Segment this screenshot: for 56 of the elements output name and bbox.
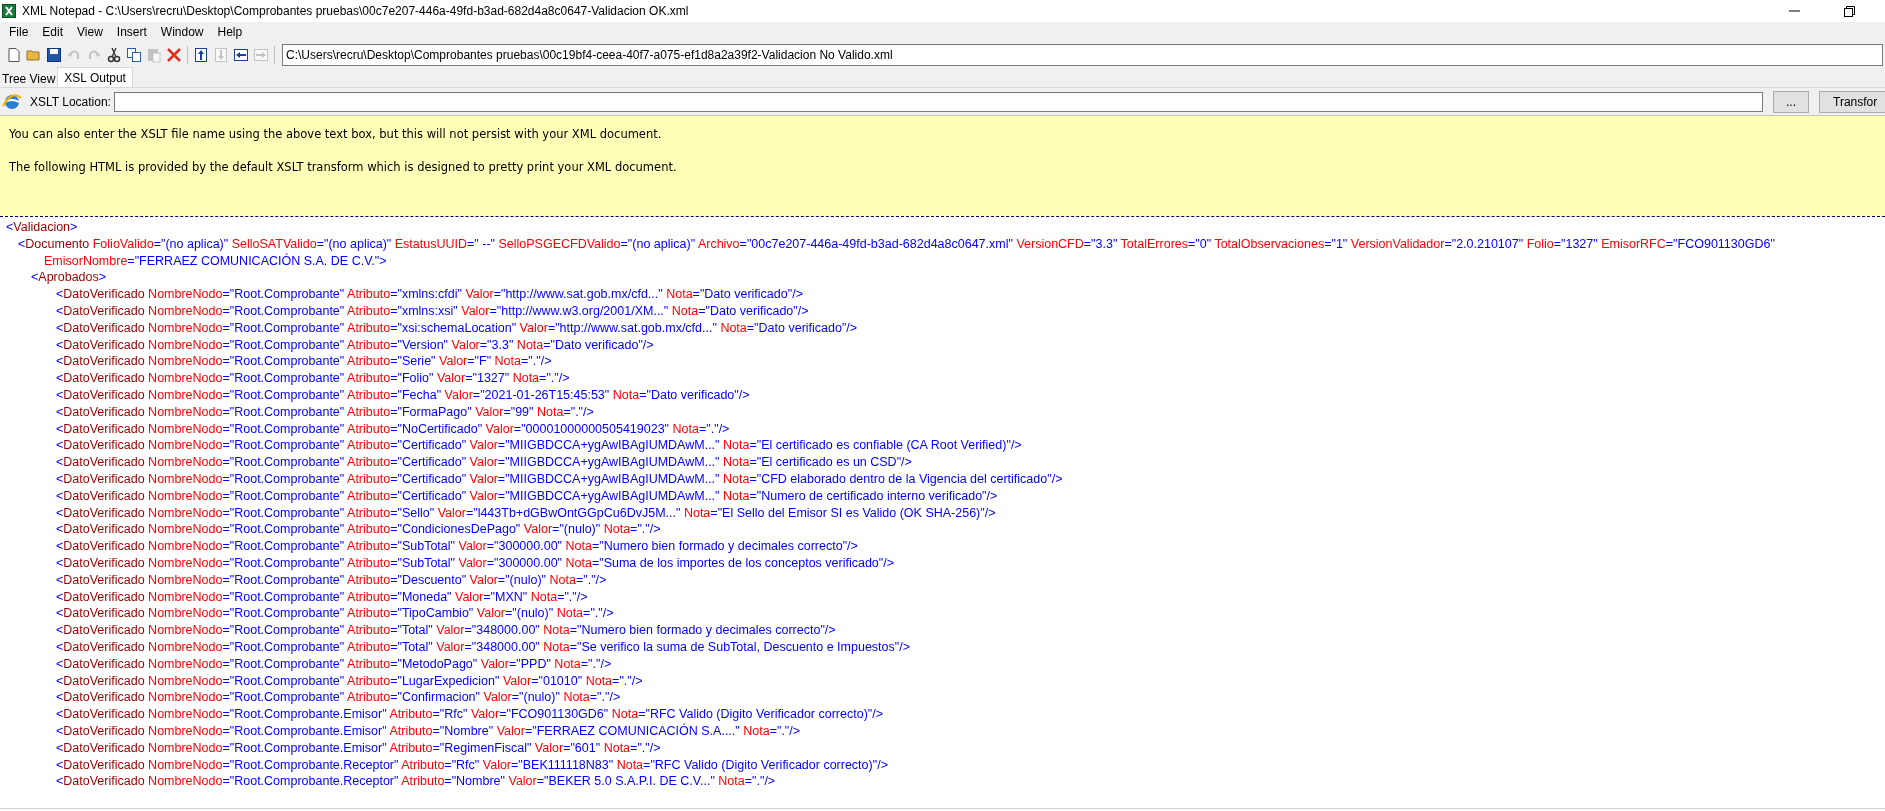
xml-line: <DatoVerificado NombreNodo="Root.Comprobante" Atributo="xsi:schemaLocation" Valor="http://www.sat.gob.mx/cfd..." Nota="Dato verificado"/> xyxy=(55,319,859,337)
xml-line: <Documento FolioValido="(no aplica)" SelloSATValido="(no aplica)" EstatusUUID=" --" SelloPSGECFDValido="(no aplica)" Archivo="00c7e207-446a-49fd-b3ad-682d4a8c0647.xml" VersionCFD="3.3" TotalErrores="0" TotalObservaciones="1" VersionValidador="2.0.210107" Folio="1327" EmisorRFC="FCO901130GD6" EmisorNombre="FERRAEZ COMUNICACIÓN S.A. DE C.V."> xyxy=(17,235,1776,270)
xml-line: <DatoVerificado NombreNodo="Root.Comprobante.Receptor" Atributo="Rfc" Valor="BEK111118N83" Nota="RFC Valido (Digito Verificador correcto)"/> xyxy=(55,756,889,774)
xml-line: <DatoVerificado NombreNodo="Root.Comprobante" Atributo="Fecha" Valor="2021-01-26T15:45:53" Nota="Dato verificado"/> xyxy=(55,386,751,404)
xml-line: <DatoVerificado NombreNodo="Root.Comprobante" Atributo="xmlns:cfdi" Valor="http://www.sat.gob.mx/cfd..." Nota="Dato verificado"/> xyxy=(55,286,804,303)
xslt-location-label: XSLT Location: xyxy=(30,93,111,111)
info-paragraph: The following HTML is provided by the default XSLT transform which is designed to pretty print your XML document. xyxy=(9,159,678,177)
menu-item[interactable]: Window xyxy=(153,23,211,41)
delete-icon[interactable] xyxy=(166,47,182,63)
menu-item[interactable]: File xyxy=(2,23,36,41)
transform-button[interactable]: Transfor xyxy=(1819,90,1885,113)
nudge-left-icon[interactable] xyxy=(233,47,249,63)
xml-line: <Validacion> xyxy=(5,219,79,236)
xml-line: <DatoVerificado NombreNodo="Root.Comprobante" Atributo="NoCertificado" Valor="00001000000505419023" Nota="."/> xyxy=(55,420,731,438)
copy-icon[interactable] xyxy=(126,47,142,63)
xml-line: <DatoVerificado NombreNodo="Root.Comprobante" Atributo="Descuento" Valor="(nulo)" Nota="."/> xyxy=(55,571,608,589)
xml-line: <DatoVerificado NombreNodo="Root.Comprobante" Atributo="SubTotal" Valor="300000.00" Nota="Suma de los importes de los conceptos verificado"/> xyxy=(55,554,896,572)
xml-line: <DatoVerificado NombreNodo="Root.Comprobante" Atributo="TipoCambio" Valor="(nulo)" Nota="."/> xyxy=(55,605,615,623)
tab[interactable]: XSL Output xyxy=(57,67,133,87)
new-file-icon[interactable] xyxy=(6,47,22,63)
xml-line: <DatoVerificado NombreNodo="Root.Comprobante" Atributo="Certificado" Valor="MIIGBDCCA+ygAwIBAgIUMDAwM..." Nota="Numero de certificado interno verificado"/> xyxy=(55,487,999,505)
restore-icon[interactable] xyxy=(1844,5,1855,17)
xml-line: <DatoVerificado NombreNodo="Root.Comprobante" Atributo="MetodoPago" Valor="PPD" Nota="."/> xyxy=(55,655,613,673)
menu-item[interactable]: View xyxy=(70,23,110,41)
xml-line: <DatoVerificado NombreNodo="Root.Comprobante.Receptor" Atributo="Nombre" Valor="BEKER 5.0 S.A.P.I. DE C.V..." Nota="."/> xyxy=(55,773,777,791)
menu-item[interactable]: Edit xyxy=(35,23,71,41)
xml-line: <DatoVerificado NombreNodo="Root.Comprobante" Atributo="Moneda" Valor="MXN" Nota="."/> xyxy=(55,588,589,606)
xml-line: <DatoVerificado NombreNodo="Root.Comprobante" Atributo="LugarExpedicion" Valor="01010" Nota="."/> xyxy=(55,672,644,690)
scissors-icon[interactable] xyxy=(106,47,122,63)
xml-line: <DatoVerificado NombreNodo="Root.Comprobante" Atributo="Certificado" Valor="MIIGBDCCA+ygAwIBAgIUMDAwM..." Nota="El certificado es confiable (CA Root Verified)"/> xyxy=(55,437,1023,455)
menu-item[interactable]: Insert xyxy=(109,23,154,41)
xml-line: <DatoVerificado NombreNodo="Root.Comprobante" Atributo="Sello" Valor="l443Tb+dGBwOntGGpCu6DvJ5M..." Nota="El Sello del Emisor SI es Valido (OK SHA-256)"/> xyxy=(55,504,997,522)
xml-line: <DatoVerificado NombreNodo="Root.Comprobante" Atributo="Serie" Valor="F" Nota="."/> xyxy=(55,353,553,371)
xml-line: <DatoVerificado NombreNodo="Root.Comprobante" Atributo="Total" Valor="348000.00" Nota="Se verifico la suma de SubTotal, Descuento e Impuestos"/> xyxy=(55,638,911,656)
xml-line: <DatoVerificado NombreNodo="Root.Comprobante" Atributo="xmlns:xsi" Valor="http://www.w3.org/2001/XM..." Nota="Dato verificado"/> xyxy=(55,303,810,320)
info-paragraph: You can also enter the XSLT file name using the above text box, but this will not persist with your XML document. xyxy=(9,126,663,143)
window-title: XML Notepad - C:\Users\recru\Desktop\Comprobantes pruebas\00c7e207-446a-49fd-b3ad-682d4a8c0647-Validacion OK.xml xyxy=(22,3,689,20)
xml-line: <DatoVerificado NombreNodo="Root.Comprobante" Atributo="SubTotal" Valor="300000.00" Nota="Numero bien formado y decimales correcto"/> xyxy=(55,538,859,555)
xml-line: <DatoVerificado NombreNodo="Root.Comprobante" Atributo="Certificado" Valor="MIIGBDCCA+ygAwIBAgIUMDAwM..." Nota="El certificado es un CSD"/> xyxy=(55,454,913,471)
xml-line: <DatoVerificado NombreNodo="Root.Comprobante" Atributo="Certificado" Valor="MIIGBDCCA+ygAwIBAgIUMDAwM..." Nota="CFD elaborado dentro de la Vigencia del certificado"/> xyxy=(55,470,1064,488)
xml-line: <DatoVerificado NombreNodo="Root.Comprobante.Emisor" Atributo="RegimenFiscal" Valor="601" Nota="."/> xyxy=(55,739,662,757)
save-icon[interactable] xyxy=(46,47,62,63)
xml-line: <DatoVerificado NombreNodo="Root.Comprobante" Atributo="Version" Valor="3.3" Nota="Dato verificado"/> xyxy=(55,336,655,354)
browse-button[interactable]: ... xyxy=(1773,90,1809,113)
nudge-up-icon[interactable] xyxy=(193,47,209,63)
xml-line: <Aprobados> xyxy=(30,269,108,287)
xml-line: <DatoVerificado NombreNodo="Root.Comprobante" Atributo="Confirmacion" Valor="(nulo)" Nota="."/> xyxy=(55,689,622,707)
xml-line: <DatoVerificado NombreNodo="Root.Comprobante" Atributo="Folio" Valor="1327" Nota="."/> xyxy=(55,370,571,387)
xml-line: <DatoVerificado NombreNodo="Root.Comprobante" Atributo="FormaPago" Valor="99" Nota="."/> xyxy=(55,403,595,421)
menu-item[interactable]: Help xyxy=(210,23,250,41)
xml-line: <DatoVerificado NombreNodo="Root.Comprobante" Atributo="CondicionesDePago" Valor="(nulo)" Nota="."/> xyxy=(55,521,662,539)
xml-line: <DatoVerificado NombreNodo="Root.Comprobante.Emisor" Atributo="Rfc" Valor="FCO901130GD6" Nota="RFC Valido (Digito Verificador correcto)"/> xyxy=(55,706,885,723)
globe-icon xyxy=(2,91,22,112)
xml-line: <DatoVerificado NombreNodo="Root.Comprobante.Emisor" Atributo="Nombre" Valor="FERRAEZ COMUNICACIÓN S.A...." Nota="."/> xyxy=(55,722,802,740)
xslt-location-field[interactable] xyxy=(113,91,1763,112)
xml-line: <DatoVerificado NombreNodo="Root.Comprobante" Atributo="Total" Valor="348000.00" Nota="Numero bien formado y decimales correcto"/> xyxy=(55,622,837,639)
